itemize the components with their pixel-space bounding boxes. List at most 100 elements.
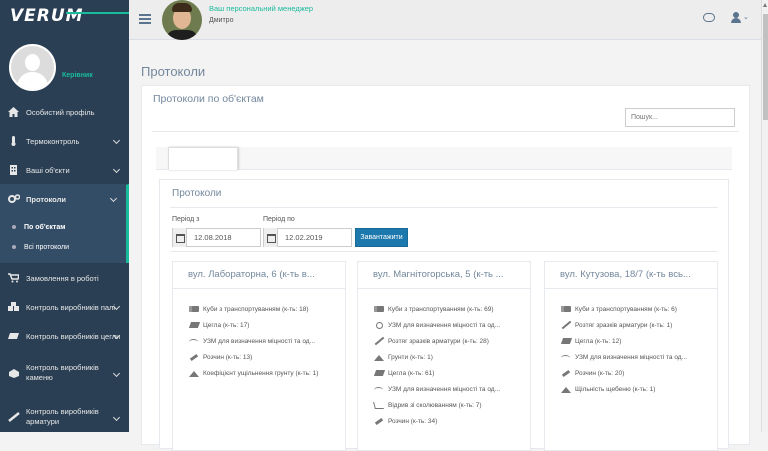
trowel-icon <box>188 353 200 361</box>
main-content: Протоколи Протоколи по об'єктам Протокол… <box>129 41 761 451</box>
protocol-item[interactable]: Відрив зі сколюванням (к-ть: 7) <box>358 397 530 413</box>
protocol-item[interactable]: Розчин (к-ть: 34) <box>358 413 530 429</box>
protocol-item-label: Щільність щебеню (к-ть: 1) <box>575 385 656 393</box>
sidebar-item-objects[interactable]: Ваші об'єкти <box>0 155 129 184</box>
rebar-icon <box>8 411 20 422</box>
menu-toggle-icon[interactable] <box>139 14 151 24</box>
protocol-item[interactable]: Куби з транспортуванням (к-ть: 69) <box>358 301 530 317</box>
logo-text: VERUM <box>10 6 84 26</box>
sidebar-subitem-all-protocols[interactable]: Всі протоколи <box>0 237 126 257</box>
load-button[interactable]: Завантажити <box>355 228 408 247</box>
top-bar: Ваш персональний менеджер Дмитро ⌄ <box>129 0 761 40</box>
sidebar-item-rebar[interactable]: Контроль виробників арматури <box>0 394 129 432</box>
logo-underline <box>66 12 129 14</box>
sidebar-item-label: Контроль виробників арматури <box>26 406 99 426</box>
tab-active[interactable] <box>168 147 238 170</box>
sidebar-item-label: Контроль виробників каменю <box>26 362 99 382</box>
pile-icon <box>560 385 572 393</box>
scroll-up-icon[interactable] <box>763 3 767 7</box>
cubes-icon <box>373 305 385 313</box>
object-card-title[interactable]: вул. Кутузова, 18/7 (к-ть всь... <box>545 262 717 289</box>
chevron-down-icon <box>112 369 121 378</box>
chevron-down-icon[interactable]: ⌄ <box>743 13 749 21</box>
sidebar-submenu: По об'єктам Всі протоколи <box>0 213 129 263</box>
divider <box>170 251 718 252</box>
period-to-label: Період по <box>263 216 295 223</box>
object-card[interactable]: вул. Кутузова, 18/7 (к-ть всь... Куби з … <box>544 261 718 451</box>
logo[interactable]: VERUM <box>0 0 129 34</box>
protocol-item-label: Розтяг зразків арматури (к-ть: 28) <box>388 337 489 345</box>
protocol-item[interactable]: Розтяг зразків арматури (к-ть: 28) <box>358 333 530 349</box>
protocol-list: Куби з транспортуванням (к-ть: 18) Цегла… <box>173 289 345 381</box>
object-card[interactable]: вул. Магнітогорська, 5 (к-ть ... Куби з … <box>357 261 531 451</box>
slope-icon <box>373 401 385 409</box>
home-icon <box>8 107 20 117</box>
protocol-item[interactable]: УЗМ для визначення міцності та од... <box>358 317 530 333</box>
brick-icon <box>560 337 572 345</box>
brick-icon <box>373 369 385 377</box>
tab-bar <box>156 147 732 170</box>
sidebar-item-orders[interactable]: Замовлення в роботі <box>0 263 129 292</box>
chevron-down-icon <box>112 165 121 174</box>
user-menu-icon[interactable] <box>731 12 741 23</box>
protocol-item-label: Розчин (к-ть: 20) <box>575 369 625 377</box>
sidebar-item-stone[interactable]: Контроль виробників каменю <box>0 350 129 394</box>
protocol-item[interactable]: Цегла (к-ть: 12) <box>545 333 717 349</box>
protocol-item[interactable]: Цегла (к-ть: 61) <box>358 365 530 381</box>
protocols-panel: Протоколи по об'єктам Протоколи Період з… <box>141 85 750 451</box>
divider <box>170 207 718 208</box>
search-input[interactable] <box>625 108 735 127</box>
sidebar-item-protocols[interactable]: Протоколи <box>0 184 129 213</box>
object-card[interactable]: вул. Лабораторна, 6 (к-ть в... Куби з тр… <box>172 261 346 451</box>
sidebar-item-bricks[interactable]: Контроль виробників цегли <box>0 321 129 350</box>
cart-icon <box>8 273 20 283</box>
protocol-item-label: Цегла (к-ть: 61) <box>388 369 435 377</box>
scrollbar-thumb[interactable] <box>763 14 768 120</box>
calendar-icon <box>264 228 278 247</box>
period-from-label: Період з <box>172 216 200 223</box>
protocol-item[interactable]: Розчин (к-ть: 20) <box>545 365 717 381</box>
protocol-item-label: Коефіцієнт ущільнення грунту (к-ть: 1) <box>203 369 319 377</box>
protocol-item-label: Куби з транспортуванням (к-ть: 69) <box>388 305 494 313</box>
period-from-value: 12.08.2018 <box>194 233 232 242</box>
sidebar-item-piles[interactable]: Контроль виробників палі <box>0 292 129 321</box>
protocol-item[interactable]: УЗМ для визначення міцності та од... <box>545 349 717 365</box>
sidebar-item-label: Контроль виробників цегли <box>26 331 121 341</box>
arc-icon <box>188 337 200 345</box>
sidebar-item-label: Замовлення в роботі <box>26 273 99 283</box>
protocol-item-label: Куби з транспортуванням (к-ть: 6) <box>575 305 677 313</box>
sidebar-item-label: Особистий профіль <box>26 107 95 117</box>
page-scrollbar[interactable] <box>761 0 768 432</box>
sidebar-subitem-by-objects[interactable]: По об'єктам <box>0 217 126 237</box>
brick-icon <box>188 321 200 329</box>
manager-name: Дмитро <box>209 17 234 24</box>
protocol-item-label: УЗМ для визначення міцності та од... <box>575 353 688 361</box>
divider <box>152 131 739 132</box>
protocol-item[interactable]: УЗМ для визначення міцності та од... <box>173 333 345 349</box>
sidebar-item-profile[interactable]: Особистий профіль <box>0 97 129 126</box>
protocol-item[interactable]: Куби з транспортуванням (к-ть: 6) <box>545 301 717 317</box>
user-name: Керівник <box>62 72 93 79</box>
manager-title[interactable]: Ваш персональний менеджер <box>209 4 313 13</box>
protocol-item[interactable]: Розчин (к-ть: 13) <box>173 349 345 365</box>
protocol-item[interactable]: Куби з транспортуванням (к-ть: 18) <box>173 301 345 317</box>
protocol-item[interactable]: Грунти (к-ть: 1) <box>358 349 530 365</box>
object-card-title[interactable]: вул. Магнітогорська, 5 (к-ть ... <box>358 262 530 289</box>
stone-icon <box>8 368 20 378</box>
user-avatar[interactable] <box>9 44 56 91</box>
protocol-item[interactable]: Щільність щебеню (к-ть: 1) <box>545 381 717 397</box>
object-card-title[interactable]: вул. Лабораторна, 6 (к-ть в... <box>173 262 345 289</box>
period-to-field[interactable]: 12.02.2019 <box>263 228 352 247</box>
protocol-item[interactable]: Коефіцієнт ущільнення грунту (к-ть: 1) <box>173 365 345 381</box>
protocol-item[interactable]: Цегла (к-ть: 17) <box>173 317 345 333</box>
protocol-item[interactable]: УЗМ для визначення міцності та од... <box>358 381 530 397</box>
brick-icon <box>8 331 20 341</box>
chat-icon[interactable] <box>703 13 715 22</box>
protocol-item-label: Розчин (к-ть: 13) <box>203 353 253 361</box>
protocol-item[interactable]: Розтяг зразків арматури (к-ть: 1) <box>545 317 717 333</box>
calendar-icon <box>173 228 187 247</box>
protocol-item-label: УЗМ для визначення міцності та од... <box>388 385 501 393</box>
sidebar-item-thermo[interactable]: Термоконтроль <box>0 126 129 155</box>
period-from-field[interactable]: 12.08.2018 <box>172 228 261 247</box>
protocol-item-label: Відрив зі сколюванням (к-ть: 7) <box>388 401 482 409</box>
